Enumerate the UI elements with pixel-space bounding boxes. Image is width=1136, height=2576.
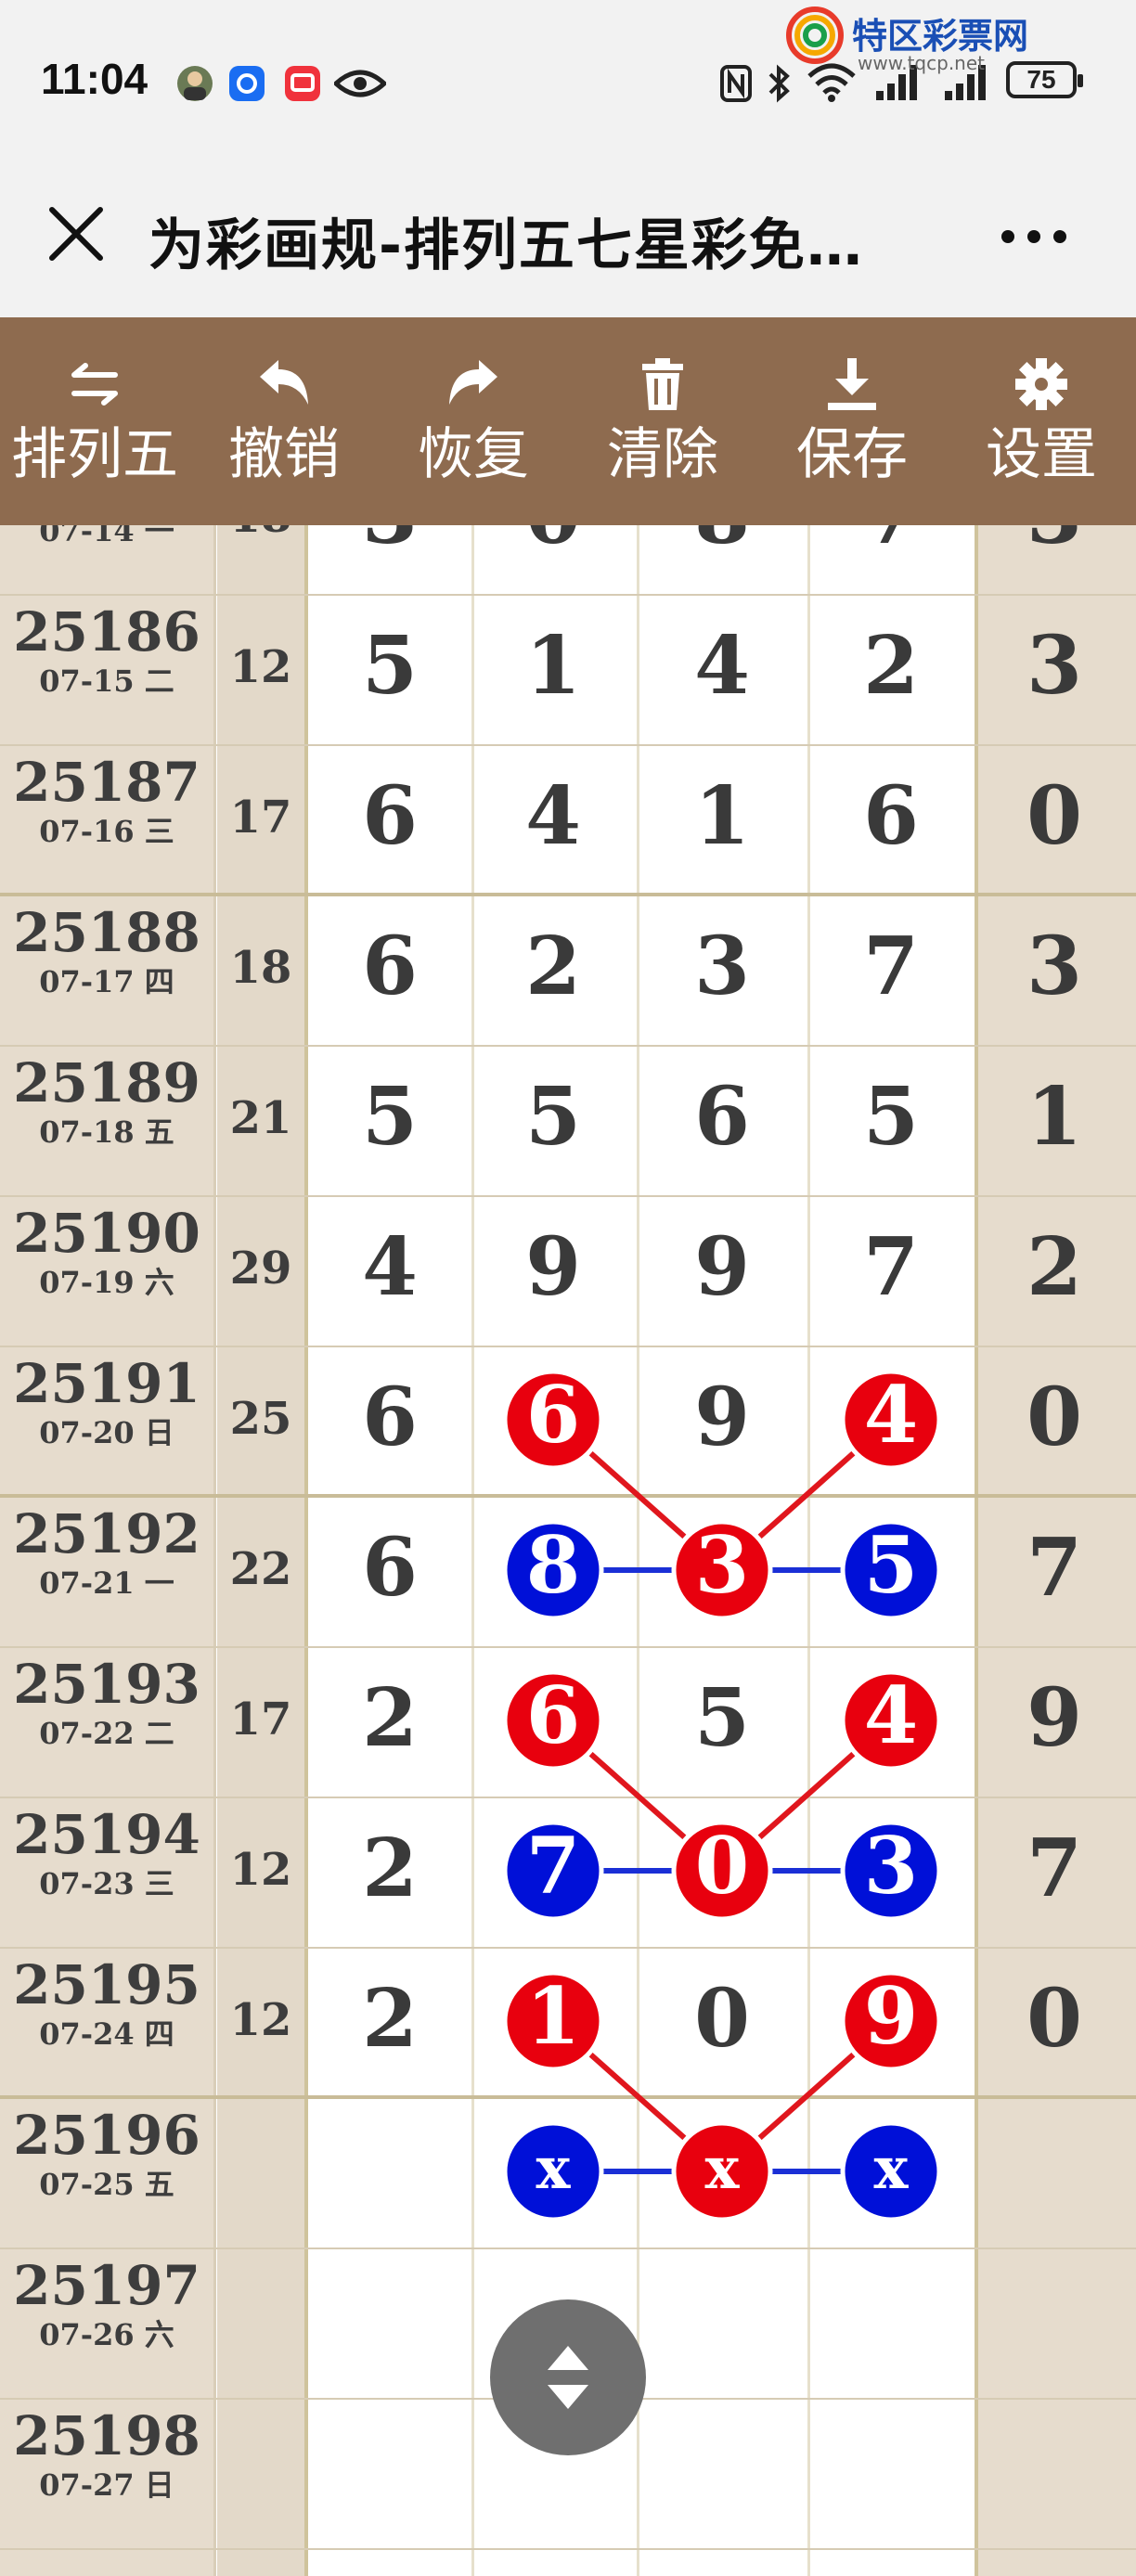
highlight-ball[interactable]: 1 bbox=[502, 1970, 604, 2072]
draw-history-grid: 2518507-14 一18308732518607-15 二125142325… bbox=[0, 525, 1136, 2576]
pattern-overlay: 6 4 8 3 5 6 4 7 0 3 1 9 x x x bbox=[502, 1369, 942, 2222]
close-icon[interactable] bbox=[37, 195, 115, 273]
page-title: 为彩画规-排列五七星彩免… bbox=[148, 213, 864, 278]
gear-icon bbox=[1015, 358, 1067, 410]
highlight-ball[interactable]: 3 bbox=[840, 1820, 942, 1922]
ball-digit: 3 bbox=[695, 1519, 749, 1611]
watermark-swirl-icon bbox=[786, 6, 844, 64]
highlight-ball[interactable]: 4 bbox=[840, 1669, 942, 1771]
highlight-ball[interactable]: 7 bbox=[502, 1820, 604, 1922]
ball-digit: x bbox=[874, 2134, 910, 2202]
trash-icon bbox=[642, 358, 683, 410]
app-notification-icon bbox=[229, 66, 265, 101]
watermark-url: www.tqcp.net bbox=[858, 52, 986, 74]
save-button[interactable]: 保存 bbox=[757, 317, 947, 525]
highlight-ball[interactable]: 0 bbox=[671, 1820, 773, 1922]
watermark-logo: 特区彩票网 www.tqcp.net bbox=[785, 6, 1119, 98]
avatar-icon bbox=[177, 66, 213, 101]
highlight-ball[interactable]: x bbox=[502, 2120, 604, 2222]
ball-digit: 3 bbox=[864, 1820, 918, 1912]
toolbar-label: 排列五 bbox=[11, 422, 178, 487]
highlight-ball[interactable]: 6 bbox=[502, 1669, 604, 1771]
toolbar-switch-lottery-button[interactable]: 排列五 bbox=[0, 317, 189, 525]
ball-digit: 9 bbox=[864, 1970, 918, 2062]
ball-digit: 0 bbox=[695, 1820, 749, 1912]
ball-digit: x bbox=[705, 2134, 741, 2202]
ball-digit: 4 bbox=[864, 1669, 918, 1761]
eye-icon bbox=[334, 70, 386, 97]
toolbar: 排列五 撤销 恢复 清除 保存 设置 bbox=[0, 317, 1136, 525]
status-time: 11:04 bbox=[41, 55, 148, 103]
ball-digit: 4 bbox=[864, 1369, 918, 1461]
redo-button[interactable]: 恢复 bbox=[379, 317, 568, 525]
download-icon bbox=[828, 358, 876, 410]
ball-digit: 1 bbox=[526, 1970, 580, 2062]
ball-digit: 6 bbox=[526, 1669, 580, 1761]
highlight-ball[interactable]: 9 bbox=[840, 1970, 942, 2072]
title-bar: 为彩画规-排列五七星彩免… bbox=[0, 167, 1136, 317]
toolbar-label: 撤销 bbox=[228, 422, 340, 487]
more-options-icon[interactable] bbox=[989, 204, 1078, 269]
toolbar-label: 保存 bbox=[796, 422, 908, 487]
highlight-ball[interactable]: x bbox=[840, 2120, 942, 2222]
ball-digit: 5 bbox=[864, 1519, 918, 1611]
up-down-arrows-icon bbox=[548, 2346, 588, 2409]
highlight-ball[interactable]: x bbox=[671, 2120, 773, 2222]
ball-digit: x bbox=[536, 2134, 572, 2202]
redo-icon bbox=[449, 360, 497, 405]
highlight-ball[interactable]: 4 bbox=[840, 1369, 942, 1471]
scroll-toggle-button[interactable] bbox=[490, 2299, 646, 2455]
status-bar: 11:04 75 特区彩票网 www.tqcp.net bbox=[0, 0, 1136, 167]
ball-digit: 7 bbox=[526, 1820, 580, 1912]
clear-button[interactable]: 清除 bbox=[568, 317, 757, 525]
ball-digit: 8 bbox=[526, 1519, 580, 1611]
highlight-ball[interactable]: 6 bbox=[502, 1369, 604, 1471]
toolbar-label: 清除 bbox=[607, 422, 718, 487]
highlight-ball[interactable]: 3 bbox=[671, 1519, 773, 1621]
toolbar-label: 恢复 bbox=[418, 422, 529, 487]
undo-icon bbox=[260, 360, 308, 405]
highlight-ball[interactable]: 5 bbox=[840, 1519, 942, 1621]
settings-button[interactable]: 设置 bbox=[947, 317, 1136, 525]
undo-button[interactable]: 撤销 bbox=[189, 317, 379, 525]
toolbar-label: 设置 bbox=[986, 422, 1097, 487]
highlight-ball[interactable]: 8 bbox=[502, 1519, 604, 1621]
swap-arrows-icon bbox=[71, 363, 118, 406]
message-notification-icon bbox=[285, 66, 320, 101]
watermark-name: 特区彩票网 bbox=[852, 16, 1029, 57]
nfc-icon bbox=[720, 65, 752, 102]
ball-digit: 6 bbox=[526, 1369, 580, 1461]
